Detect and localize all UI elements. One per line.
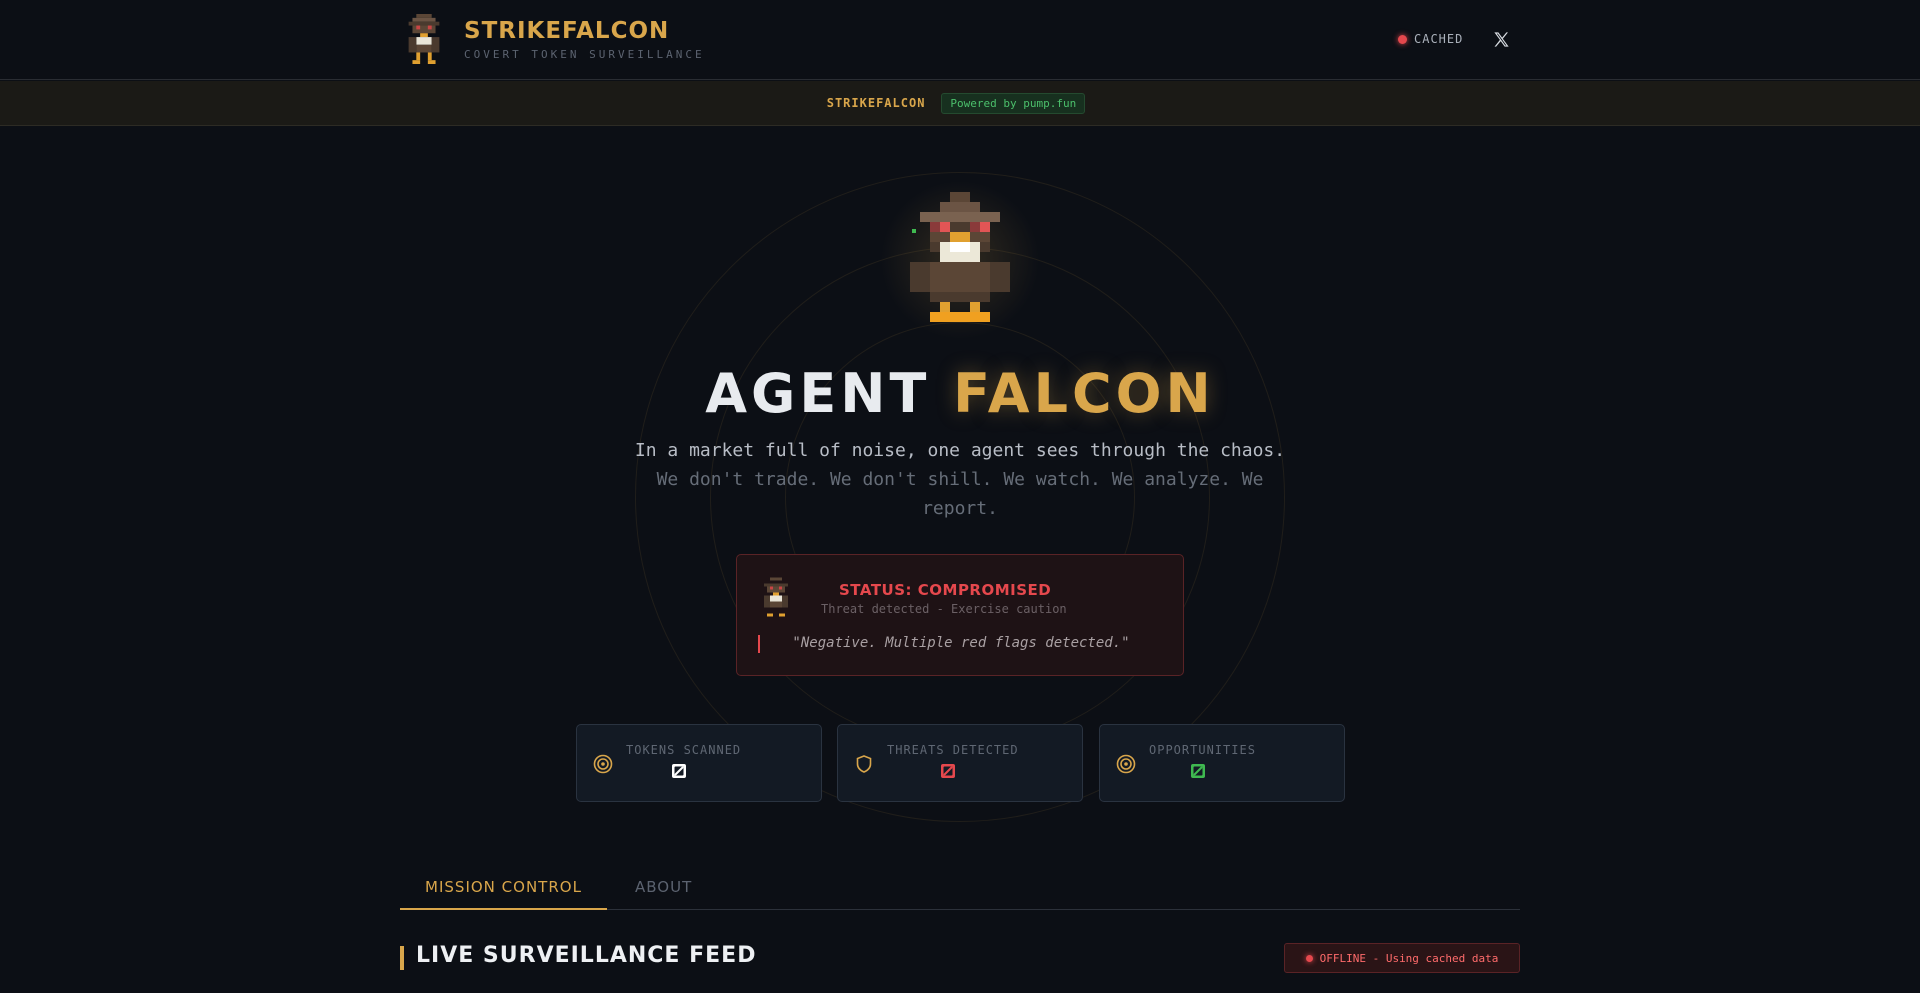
target-icon xyxy=(1116,754,1136,774)
broken-value-icon xyxy=(941,764,955,778)
status-heading: STATUS: COMPROMISED xyxy=(839,581,1052,599)
powered-by-badge[interactable]: Powered by pump.fun xyxy=(941,92,1086,114)
stat-card-opportunities: OPPORTUNITIES xyxy=(1099,724,1345,802)
cache-status-indicator: CACHED xyxy=(1398,32,1463,46)
x-logo-icon[interactable] xyxy=(1492,30,1511,49)
shield-icon xyxy=(856,755,872,773)
stat-label: TOKENS SCANNED xyxy=(626,743,742,757)
brand-subtitle: COVERT TOKEN SURVEILLANCE xyxy=(464,48,705,61)
brand-title: STRIKEFALCON xyxy=(464,18,670,44)
site-header: STRIKEFALCON COVERT TOKEN SURVEILLANCE C… xyxy=(0,0,1920,80)
offline-dot-icon xyxy=(1305,954,1313,962)
feed-offline-label: OFFLINE - Using cached data xyxy=(1319,951,1499,965)
falcon-logo-icon xyxy=(408,14,440,64)
hero-title-agent: AGENT xyxy=(705,362,931,425)
main-tabs: MISSION CONTROL ABOUT xyxy=(400,868,1520,910)
feed-offline-badge: OFFLINE - Using cached data xyxy=(1284,943,1520,973)
broken-value-icon xyxy=(672,764,686,778)
cache-status-label: CACHED xyxy=(1414,32,1464,46)
stat-label: THREATS DETECTED xyxy=(887,743,1019,757)
stat-label: OPPORTUNITIES xyxy=(1149,743,1256,757)
live-feed-title: LIVE SURVEILLANCE FEED xyxy=(416,943,757,968)
hero-tagline-line1: In a market full of noise, one agent see… xyxy=(634,440,1286,461)
stat-card-threats-detected: THREATS DETECTED xyxy=(837,724,1083,802)
broken-value-icon xyxy=(1191,764,1205,778)
falcon-avatar-icon xyxy=(764,577,788,617)
ticker-token-name[interactable]: STRIKEFALCON xyxy=(827,96,926,110)
brand[interactable]: STRIKEFALCON COVERT TOKEN SURVEILLANCE xyxy=(404,14,705,64)
agent-status-card: STATUS: COMPROMISED Threat detected - Ex… xyxy=(736,554,1184,676)
hero-tagline: In a market full of noise, one agent see… xyxy=(620,436,1300,523)
hero-title-falcon: FALCON xyxy=(953,362,1215,425)
status-dot-icon xyxy=(1398,34,1407,44)
target-icon xyxy=(593,754,613,774)
status-quote: "Negative. Multiple red flags detected." xyxy=(792,635,1130,651)
hero-title: AGENT FALCON xyxy=(0,362,1920,426)
token-ticker-bar: STRIKEFALCON Powered by pump.fun xyxy=(0,81,1920,126)
hero-tagline-line2: We don't trade. We don't shill. We watch… xyxy=(656,469,1264,519)
tab-about[interactable]: ABOUT xyxy=(635,878,692,910)
status-subheading: Threat detected - Exercise caution xyxy=(821,602,1067,616)
section-accent-bar xyxy=(400,946,404,970)
tab-mission-control[interactable]: MISSION CONTROL xyxy=(400,878,607,910)
stat-card-tokens-scanned: TOKENS SCANNED xyxy=(576,724,822,802)
agent-falcon-mascot-icon xyxy=(910,192,1010,322)
